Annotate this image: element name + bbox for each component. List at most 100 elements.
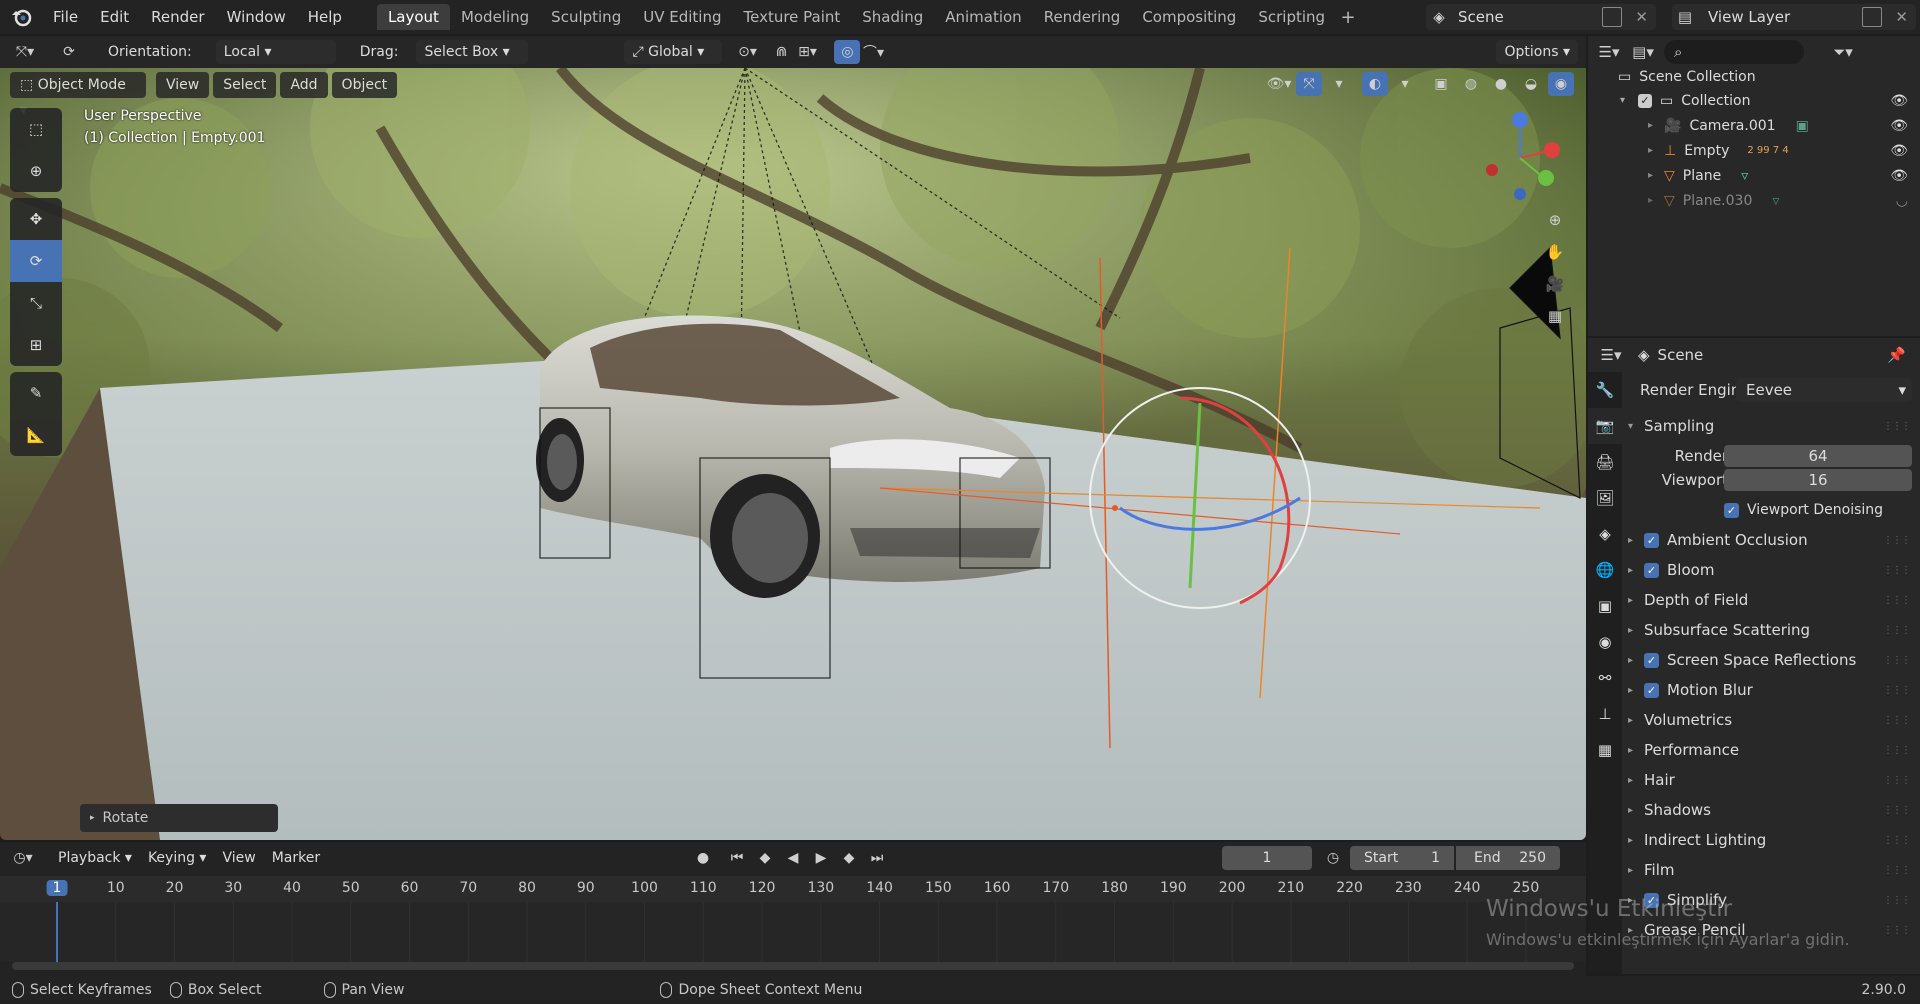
tab-compositing[interactable]: Compositing [1131,4,1247,30]
end-frame-field[interactable]: End 250 [1456,846,1560,870]
new-view-layer-icon[interactable] [1862,7,1882,27]
zoom-icon[interactable]: ⊕ [1542,208,1568,232]
tool-tab-icon[interactable]: 🔧 [1588,372,1622,408]
next-keyframe-icon[interactable]: ◆ [836,846,862,870]
xray-icon[interactable]: ▣ [1428,72,1454,96]
tab-uv-editing[interactable]: UV Editing [632,4,732,30]
gizmo-toggle-icon[interactable]: ⤧ [1296,72,1322,96]
view-layer-tab-icon[interactable]: 🖼 [1588,480,1622,516]
menu-file[interactable]: File [42,0,89,34]
display-mode-icon[interactable]: ▤▾ [1630,40,1656,64]
object-menu[interactable]: Object [331,72,398,98]
pivot-point-icon[interactable]: ⊙▾ [734,40,760,64]
hidden-eye-icon[interactable]: ◡ [1896,193,1908,209]
keying-menu[interactable]: Keying ▾ [140,846,215,870]
drag-grip-icon[interactable]: ⋮⋮⋮ [1883,595,1911,606]
expand-arrow-icon[interactable]: ▸ [1648,120,1664,131]
blender-logo-icon[interactable] [0,0,42,34]
drag-grip-icon[interactable]: ⋮⋮⋮ [1883,805,1911,816]
gizmo-dropdown-icon[interactable]: ▾ [1326,72,1352,96]
rendered-shading-icon[interactable]: ◉ [1548,72,1574,96]
timeline-scrollbar[interactable] [12,962,1574,970]
outliner-row-scene-collection[interactable]: ▭ Scene Collection [1588,64,1920,89]
timeline-view-menu[interactable]: View [214,846,263,870]
expand-arrow-icon[interactable]: ▸ [1648,195,1664,206]
shading-dropdown-icon[interactable]: ▾ [1578,72,1586,96]
outliner-row-plane-030[interactable]: ▸ ▽ Plane.030 ▿ ◡ [1588,188,1920,213]
timeline-editor-type-icon[interactable]: ◷▾ [10,846,36,870]
ortho-toggle-icon[interactable]: ▦ [1542,304,1568,328]
outliner-row-collection[interactable]: ▾ ✓ ▭ Collection 👁 [1588,88,1920,113]
orientation-dropdown[interactable]: Local ▾ [215,40,336,64]
move-tool-icon[interactable]: ✥ [10,198,62,240]
playback-menu[interactable]: Playback ▾ [50,846,140,870]
drag-grip-icon[interactable]: ⋮⋮⋮ [1883,865,1911,876]
menu-edit[interactable]: Edit [89,0,140,34]
current-frame-field[interactable]: 1 [1222,846,1312,870]
add-workspace-button[interactable]: + [1336,7,1360,28]
object-data-tab-icon[interactable]: ⊥ [1588,696,1622,732]
panel-enable-checkbox[interactable]: ✓ [1644,562,1659,578]
view-layer-selector[interactable]: ▤ View Layer ✕ [1672,4,1916,30]
start-frame-field[interactable]: Start 1 [1350,846,1454,870]
collection-checkbox[interactable]: ✓ [1638,93,1652,108]
rotate-tool-button-icon[interactable]: ⟳ [10,240,62,282]
outliner-search-input[interactable]: ⌕ [1664,40,1804,64]
panel-header-performance[interactable]: ▸ Performance ⋮⋮⋮ [1628,736,1916,764]
play-icon[interactable]: ▶ [808,846,834,870]
add-menu[interactable]: Add [280,72,328,98]
output-tab-icon[interactable]: 🖨 [1588,444,1622,480]
visibility-eye-icon[interactable]: 👁 [1890,143,1908,159]
viewport-samples-field[interactable]: 16 [1724,469,1912,491]
viewport-scene[interactable] [0,68,1586,840]
snap-target-icon[interactable]: ⊞▾ [794,40,820,64]
wireframe-shading-icon[interactable]: ◍ [1458,72,1484,96]
jump-start-icon[interactable]: ⏮ [724,846,750,870]
tab-scripting[interactable]: Scripting [1247,4,1336,30]
drag-grip-icon[interactable]: ⋮⋮⋮ [1883,895,1911,906]
jump-end-icon[interactable]: ⏭ [864,846,890,870]
texture-tab-icon[interactable]: ▦ [1588,732,1622,768]
new-scene-icon[interactable] [1602,7,1622,27]
cursor-tool-icon[interactable]: ⊕ [10,150,62,192]
drag-grip-icon[interactable]: ⋮⋮⋮ [1883,775,1911,786]
outliner-row-empty[interactable]: ▸ ⊥ Empty 2 99 7 4 👁 [1588,138,1920,163]
panel-header-hair[interactable]: ▸ Hair ⋮⋮⋮ [1628,766,1916,794]
3d-viewport[interactable]: ⬚ Object Mode ▾ View Select Add Object 👁… [0,68,1586,840]
render-engine-dropdown[interactable]: Eevee ▾ [1736,378,1912,402]
record-icon[interactable]: ● [690,846,716,870]
preview-range-icon[interactable]: ◷ [1320,846,1346,870]
panel-enable-checkbox[interactable]: ✓ [1644,682,1659,698]
proportional-editing-icon[interactable]: ◎ [834,40,861,64]
tab-rendering[interactable]: Rendering [1033,4,1132,30]
tab-sculpting[interactable]: Sculpting [540,4,632,30]
overlays-icon[interactable]: ◐ [1362,72,1388,96]
constraints-tab-icon[interactable]: ⚯ [1588,660,1622,696]
measure-tool-icon[interactable]: 📐 [10,414,62,456]
scale-tool-icon[interactable]: ⤡ [10,282,62,324]
drag-grip-icon[interactable]: ⋮⋮⋮ [1883,745,1911,756]
overlays-dropdown-icon[interactable]: ▾ [1392,72,1418,96]
tab-texture-paint[interactable]: Texture Paint [732,4,851,30]
tab-modeling[interactable]: Modeling [450,4,540,30]
tool-settings-icon[interactable]: ⤧▾ [12,40,38,64]
mode-dropdown[interactable]: ⬚ Object Mode ▾ [10,72,146,119]
panel-header-screen-space-reflections[interactable]: ▸ ✓ Screen Space Reflections ⋮⋮⋮ [1628,646,1916,674]
expand-arrow-icon[interactable]: ▸ [1648,170,1664,181]
viewport-denoising-checkbox[interactable]: ✓ [1724,502,1739,518]
menu-window[interactable]: Window [216,0,297,34]
sampling-panel-header[interactable]: ▾ Sampling ⋮⋮⋮ [1628,412,1916,440]
object-tab-icon[interactable]: ▣ [1588,588,1622,624]
panel-header-bloom[interactable]: ▸ ✓ Bloom ⋮⋮⋮ [1628,556,1916,584]
tab-shading[interactable]: Shading [851,4,934,30]
visibility-eye-icon[interactable]: 👁 [1890,168,1908,184]
marker-menu[interactable]: Marker [264,846,328,870]
drag-grip-icon[interactable]: ⋮⋮⋮ [1883,565,1911,576]
expand-arrow-icon[interactable]: ▸ [1648,145,1664,156]
world-tab-icon[interactable]: 🌐 [1588,552,1622,588]
play-reverse-icon[interactable]: ◀ [780,846,806,870]
tab-layout[interactable]: Layout [376,4,450,30]
remove-scene-icon[interactable]: ✕ [1635,8,1648,26]
remove-view-layer-icon[interactable]: ✕ [1895,8,1908,26]
physics-tab-icon[interactable]: ◉ [1588,624,1622,660]
